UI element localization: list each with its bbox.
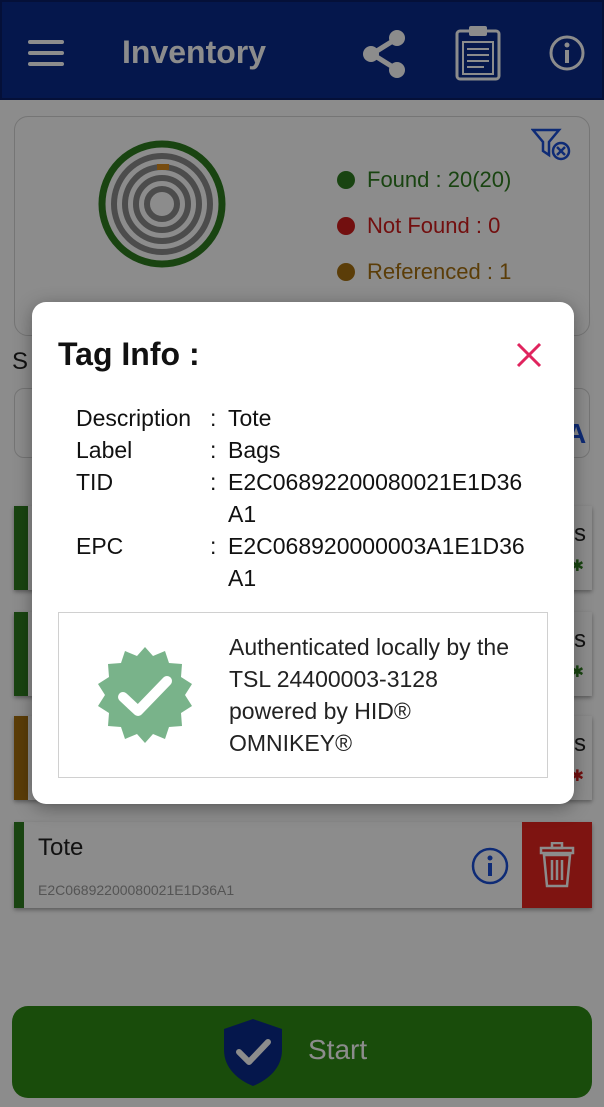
detail-key: Description [76,405,192,431]
detail-value: Bags [228,437,281,463]
close-icon[interactable] [514,340,544,370]
detail-row-label: Label : Bags [76,434,528,466]
detail-separator: : [210,405,217,431]
detail-key: TID [76,469,114,495]
detail-row-epc: EPC : E2C068920000003A1E1D36A1 [76,530,528,594]
tag-info-dialog: Tag Info : Description : Tote Label : Ba… [32,302,574,804]
detail-value: Tote [228,405,272,431]
detail-separator: : [210,469,217,495]
detail-key: EPC [76,533,124,559]
verified-badge-icon [93,645,197,754]
dialog-title: Tag Info : [58,336,200,372]
detail-value: E2C06892200080021E1D36A1 [228,469,523,527]
detail-separator: : [210,437,217,463]
detail-row-description: Description : Tote [76,402,528,434]
authentication-text: Authenticated locally by the TSL 2440000… [229,634,510,756]
detail-separator: : [210,533,217,559]
detail-key: Label [76,437,133,463]
tag-details: Description : Tote Label : Bags TID : E2… [76,402,528,594]
detail-row-tid: TID : E2C06892200080021E1D36A1 [76,466,528,530]
detail-value: E2C068920000003A1E1D36A1 [228,533,525,591]
authentication-panel: Authenticated locally by the TSL 2440000… [58,612,548,778]
